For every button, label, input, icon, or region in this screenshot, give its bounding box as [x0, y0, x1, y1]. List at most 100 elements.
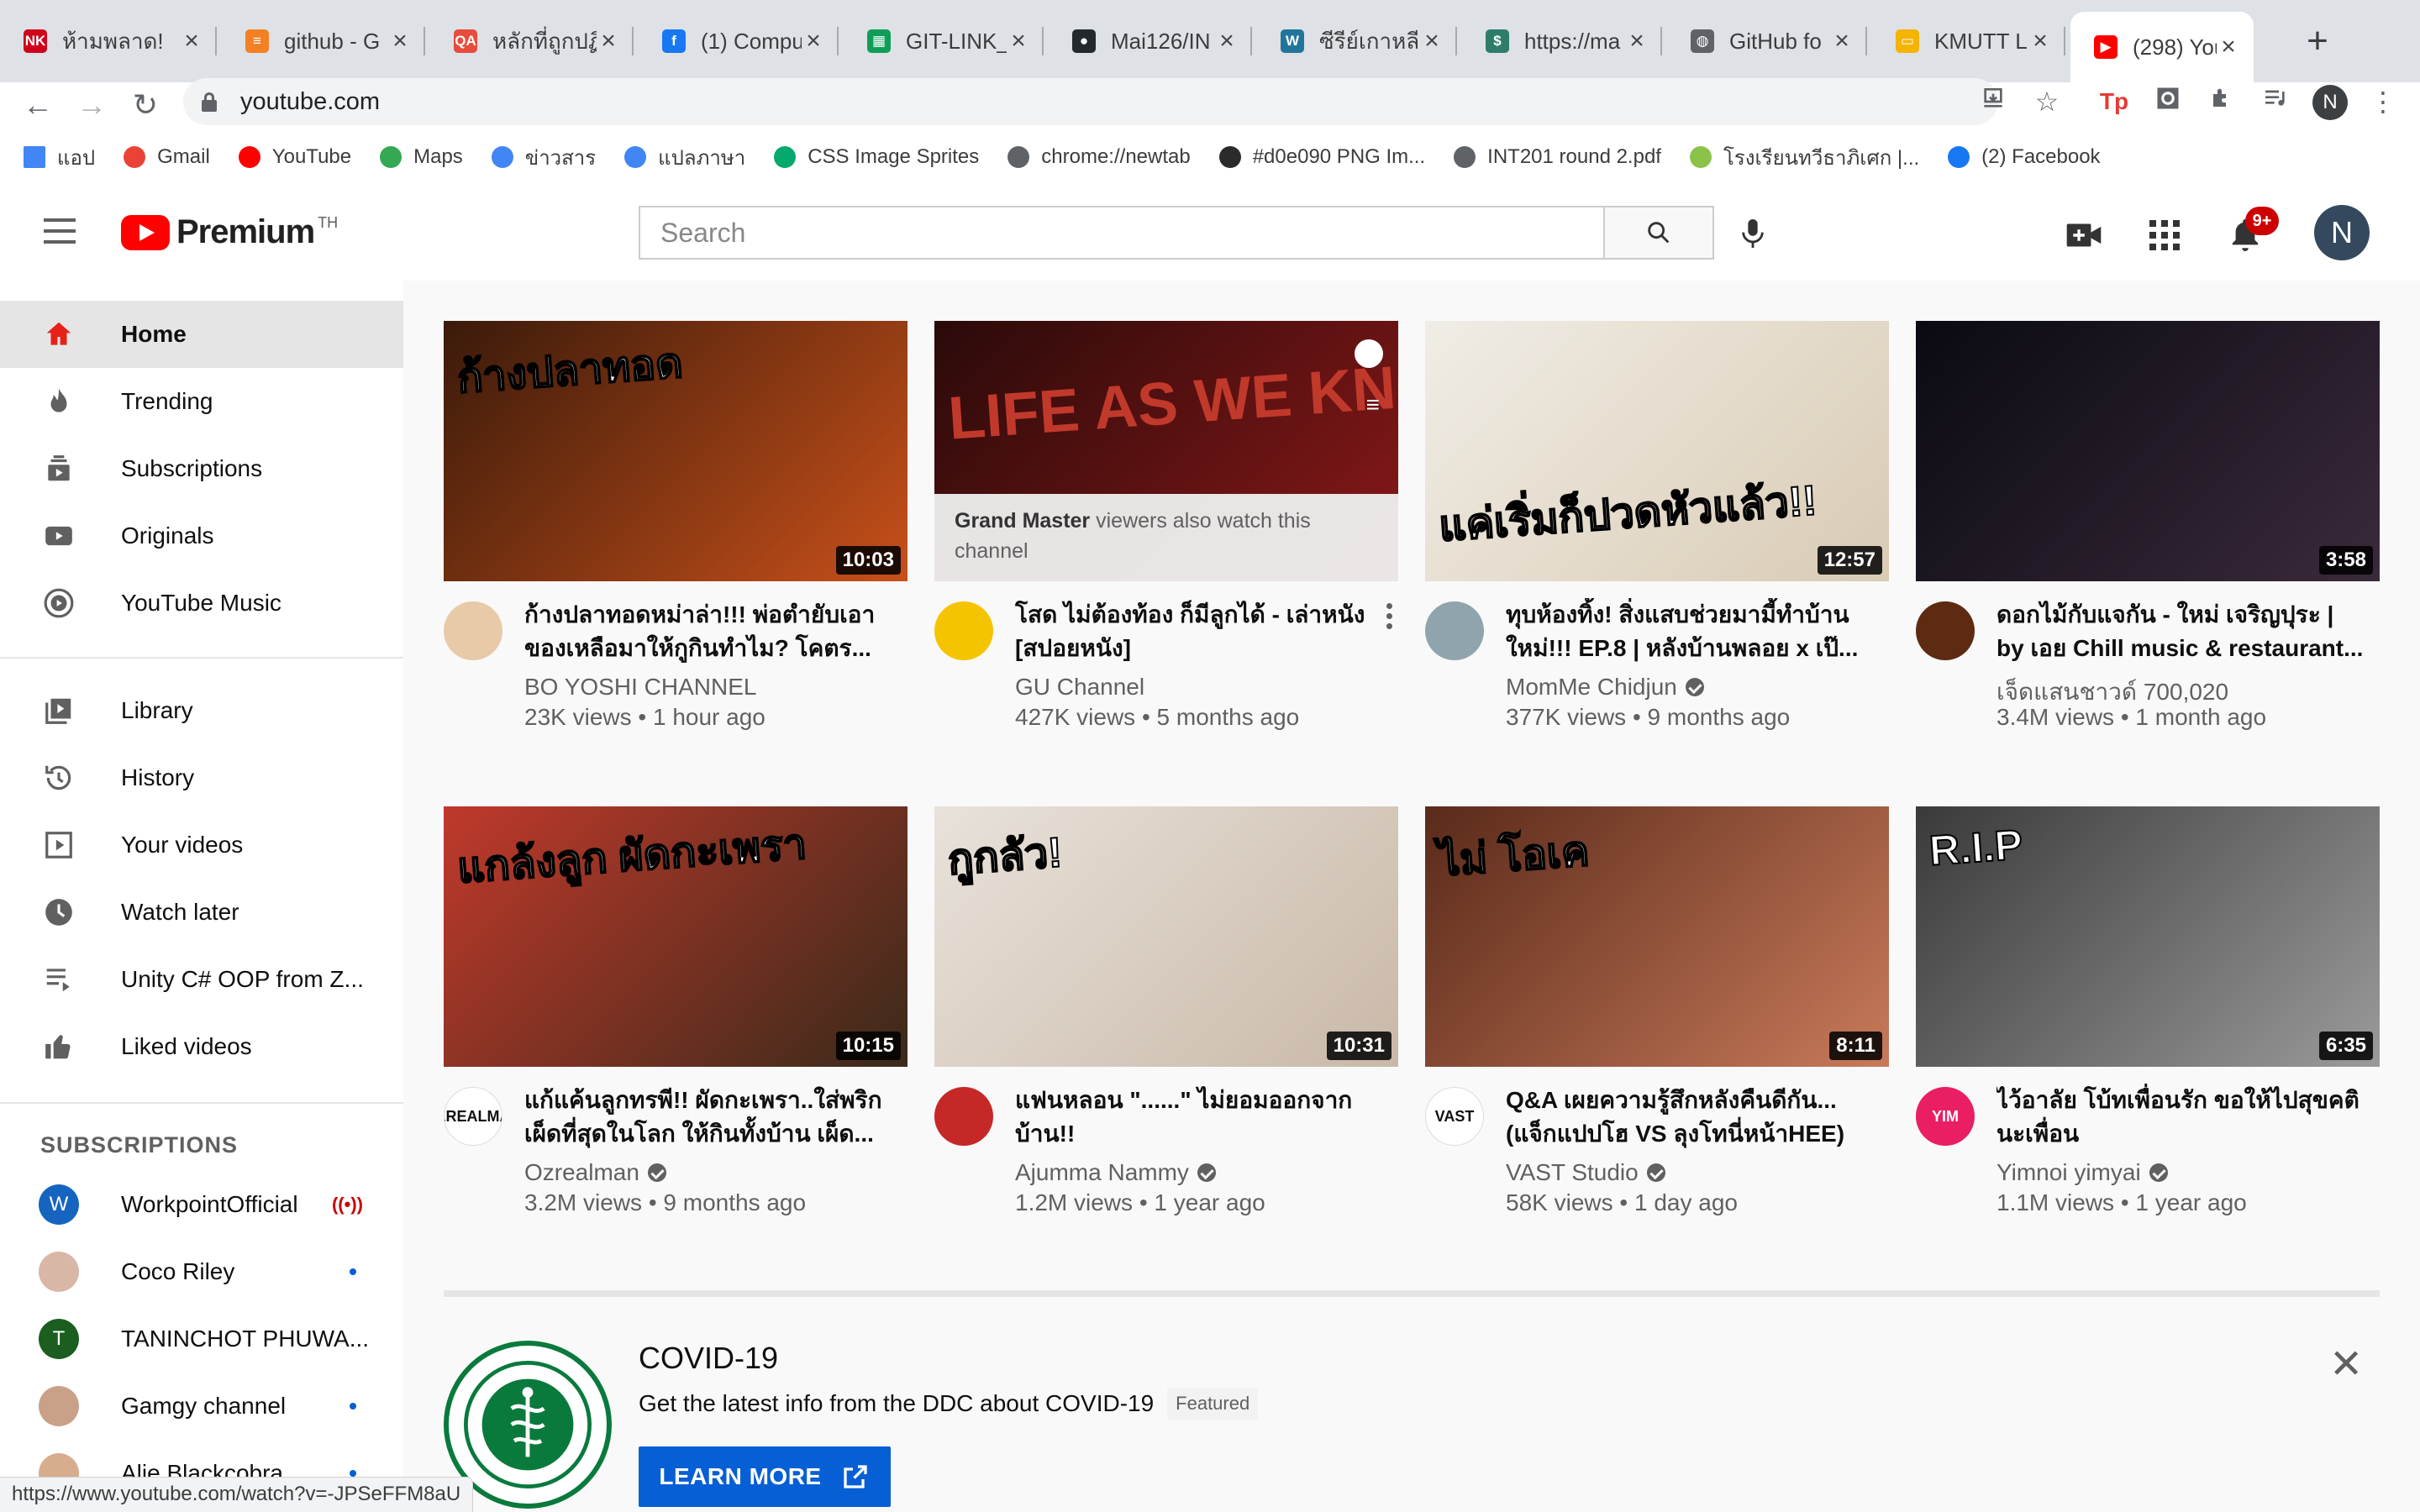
youtube-premium-logo[interactable]: Premium TH [121, 213, 338, 251]
video-thumbnail[interactable]: แค่เริ่มก็ปวดหัวแล้ว!! 12:57 [1425, 321, 1889, 581]
sidebar-item-history[interactable]: History [0, 744, 403, 811]
sidebar-item-trending[interactable]: Trending [0, 368, 403, 435]
tab-close-icon[interactable]: × [1625, 27, 1649, 55]
reload-icon[interactable]: ↻ [124, 84, 166, 126]
browser-tab[interactable]: NK ห้ามพลาด! × [0, 13, 217, 69]
video-title[interactable]: ก้างปลาทอดหม่าล่า!!! พ่อตำยับเอา ของเหลื… [524, 598, 894, 665]
browser-tab[interactable]: W ซีรีย์เกาหลี × [1257, 13, 1457, 69]
bookmark-item[interactable]: chrome://newtab [1007, 145, 1191, 169]
channel-name[interactable]: MomMe Chidjun [1506, 674, 1677, 701]
channel-avatar[interactable] [1916, 601, 1975, 660]
tab-close-icon[interactable]: × [802, 27, 825, 55]
video-card[interactable]: กูกลัว! 10:31 แฟนหลอน "......" ไม่ยอมออกจา… [934, 806, 1398, 1226]
subscription-item[interactable]: Gamgy channel [0, 1373, 403, 1440]
video-title[interactable]: ทุบห้องทิ้ง! สิ่งแสบช่วยมามี้ทำบ้าน ใหม่… [1506, 598, 1876, 665]
video-card[interactable]: LIFE AS WE KNOW IT Grand Master viewers a… [934, 321, 1398, 741]
video-card[interactable]: แกล้งลูก ผัดกะเพรา 10:15 OZREALMAN แก้แค้นล… [444, 806, 908, 1226]
bookmark-item[interactable]: Gmail [124, 145, 210, 169]
subscription-item[interactable]: T TANINCHOT PHUWA... [0, 1305, 403, 1373]
learn-more-button[interactable]: LEARN MORE [639, 1446, 891, 1507]
tab-close-icon[interactable]: × [1830, 27, 1854, 55]
sidebar-item-youtube-music[interactable]: YouTube Music [0, 570, 403, 637]
bookmark-item[interactable]: INT201 round 2.pdf [1454, 145, 1661, 169]
new-tab-button[interactable]: + [2294, 18, 2341, 66]
subscription-item[interactable]: Coco Riley [0, 1238, 403, 1305]
install-icon[interactable] [1976, 85, 2010, 118]
video-title[interactable]: Q&A เผยความรู้สึกหลังคืนดีกัน... (แจ็กแป… [1506, 1084, 1876, 1151]
account-avatar[interactable]: N [2314, 205, 2370, 260]
video-title[interactable]: แฟนหลอน "......" ไม่ยอมออกจาก บ้าน!! [1015, 1084, 1385, 1151]
video-thumbnail[interactable]: 3:58 [1916, 321, 2380, 581]
video-title[interactable]: ดอกไม้กับแจกัน - ใหม่ เจริญปุระ | by เอย… [1996, 598, 2366, 665]
browser-menu-icon[interactable]: ⋮ [2366, 85, 2400, 118]
video-thumbnail[interactable]: ไม่ โอเค 8:11 [1425, 806, 1889, 1067]
bookmark-item[interactable]: โรงเรียนทวีธาภิเศก |... [1689, 141, 1919, 174]
tab-close-icon[interactable]: × [1420, 27, 1444, 55]
channel-avatar[interactable] [934, 1087, 993, 1146]
sidebar-item-home[interactable]: Home [0, 301, 403, 368]
browser-tab[interactable]: ◍ GitHub fo × [1667, 13, 1867, 69]
channel-name[interactable]: Ajumma Nammy [1015, 1159, 1189, 1186]
video-thumbnail[interactable]: ก้างปลาทอด 10:03 [444, 321, 908, 581]
video-title[interactable]: ไว้อาลัย โบ้ทเพื่อนรัก ขอให้ไปสุขคติ นะเ… [1996, 1084, 2366, 1151]
create-video-icon[interactable] [2064, 215, 2104, 255]
channel-name[interactable]: Ozrealman [524, 1159, 639, 1186]
channel-suggestion-overlay[interactable]: Grand Master viewers also watch this cha… [934, 494, 1398, 581]
channel-name[interactable]: VAST Studio [1506, 1159, 1639, 1186]
video-thumbnail[interactable]: R.I.P 6:35 [1916, 806, 2380, 1067]
channel-avatar[interactable]: VAST [1425, 1087, 1484, 1146]
browser-tab[interactable]: ● Mai126/IN × [1049, 13, 1252, 69]
browser-tab[interactable]: ▭ KMUTT Li × [1872, 13, 2065, 69]
video-title[interactable]: โสด ไม่ต้องท้อง ก็มีลูกได้ - เล่าหนัง [ส… [1015, 598, 1385, 665]
channel-avatar[interactable]: YIM [1916, 1087, 1975, 1146]
bookmark-star-icon[interactable]: ☆ [2030, 85, 2064, 118]
tab-close-icon[interactable]: × [2217, 33, 2240, 61]
browser-tab[interactable]: f (1) Compu × [639, 13, 839, 69]
browser-tab[interactable]: ▦ GIT-LINK_ × [844, 13, 1044, 69]
extension-o-icon[interactable] [2151, 85, 2185, 118]
tab-close-icon[interactable]: × [180, 27, 203, 55]
add-to-queue-icon[interactable]: ≡ [1366, 391, 1380, 418]
media-control-icon[interactable] [2259, 85, 2292, 118]
channel-avatar[interactable]: OZREALMAN [444, 1087, 502, 1146]
channel-avatar[interactable] [934, 601, 993, 660]
bookmark-item[interactable]: แอป [24, 141, 95, 174]
sidebar-item-liked-videos[interactable]: Liked videos [0, 1013, 403, 1080]
browser-tab[interactable]: $ https://ma × [1462, 13, 1662, 69]
subscription-item[interactable]: W WorkpointOfficial ((•)) [0, 1171, 403, 1238]
address-bar[interactable]: youtube.com [183, 78, 1998, 125]
bookmark-item[interactable]: แปลภาษา [624, 141, 745, 174]
sidebar-item-library[interactable]: Library [0, 677, 403, 744]
bookmark-item[interactable]: YouTube [238, 145, 351, 169]
profile-avatar[interactable]: N [2312, 85, 2348, 120]
video-thumbnail[interactable]: แกล้งลูก ผัดกะเพรา 10:15 [444, 806, 908, 1067]
video-thumbnail[interactable]: กูกลัว! 10:31 [934, 806, 1398, 1067]
back-icon[interactable]: ← [17, 84, 59, 126]
forward-icon[interactable]: → [71, 84, 113, 126]
apps-grid-icon[interactable] [2144, 215, 2185, 255]
sidebar-item-watch-later[interactable]: Watch later [0, 879, 403, 946]
search-button[interactable] [1605, 206, 1714, 260]
close-icon[interactable]: ✕ [2329, 1341, 2363, 1388]
bookmark-item[interactable]: #d0e090 PNG Im... [1218, 145, 1425, 169]
channel-name[interactable]: GU Channel [1015, 674, 1144, 701]
bookmark-item[interactable]: CSS Image Sprites [774, 145, 979, 169]
search-input[interactable] [660, 217, 1603, 249]
tab-close-icon[interactable]: × [388, 27, 412, 55]
channel-avatar[interactable] [1425, 601, 1484, 660]
video-thumbnail[interactable]: LIFE AS WE KNOW IT Grand Master viewers a… [934, 321, 1398, 581]
bookmark-item[interactable]: ข่าวสาร [491, 141, 596, 174]
sidebar-item-originals[interactable]: Originals [0, 502, 403, 570]
tab-close-icon[interactable]: × [597, 27, 620, 55]
channel-name[interactable]: Yimnoi yimyai [1996, 1159, 2141, 1186]
tab-close-icon[interactable]: × [2028, 27, 2052, 55]
extension-tp-icon[interactable]: Tp [2097, 85, 2131, 118]
browser-tab[interactable]: ≡ github - G × [222, 13, 425, 69]
video-card[interactable]: 3:58 ดอกไม้กับแจกัน - ใหม่ เจริญปุระ | by… [1916, 321, 2380, 741]
voice-search-mic-icon[interactable] [1734, 210, 1771, 257]
video-card[interactable]: R.I.P 6:35 YIM ไว้อาลัย โบ้ทเพื่อนรัก ขอให้… [1916, 806, 2380, 1226]
sidebar-item-subscriptions[interactable]: Subscriptions [0, 435, 403, 502]
more-actions-icon[interactable] [1385, 603, 1393, 637]
sidebar-item-unity-c-oop-from-z[interactable]: Unity C# OOP from Z... [0, 946, 403, 1013]
tab-close-icon[interactable]: × [1007, 27, 1030, 55]
